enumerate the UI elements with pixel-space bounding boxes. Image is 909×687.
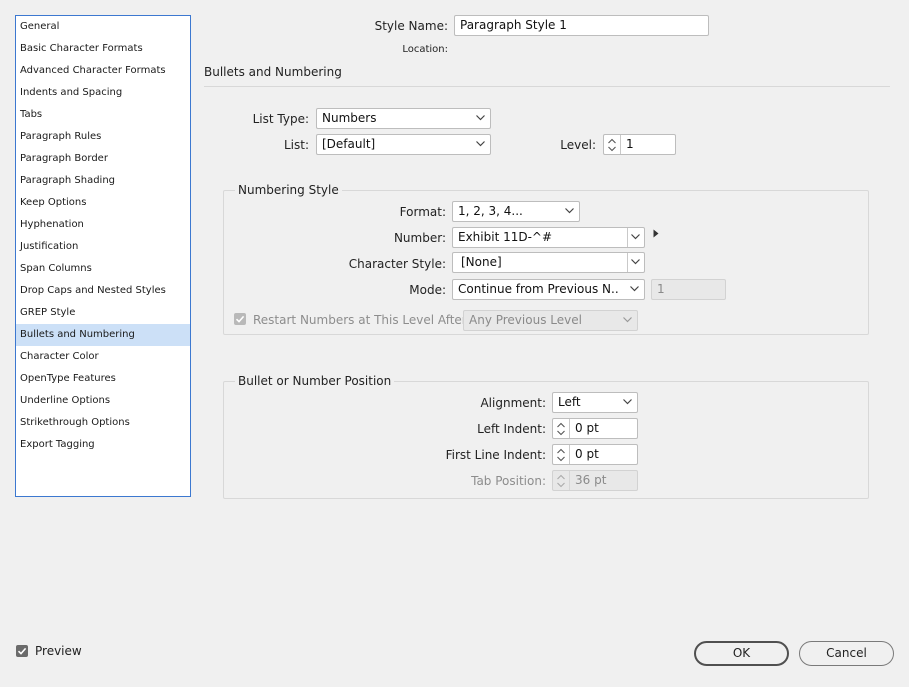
chevron-down-icon <box>623 317 632 323</box>
sidebar-item-paragraph-border[interactable]: Paragraph Border <box>16 148 190 170</box>
left-indent-spin-buttons[interactable] <box>553 419 570 438</box>
alignment-value: Left <box>558 395 581 409</box>
preview-label: Preview <box>35 644 82 658</box>
list-label: List: <box>283 138 309 152</box>
number-value: Exhibit 11D-^# <box>458 230 553 244</box>
numbering-style-title: Numbering Style <box>235 183 342 197</box>
chevron-down-icon <box>476 141 485 147</box>
sidebar-item-character-color[interactable]: Character Color <box>16 346 190 368</box>
number-label: Number: <box>393 231 446 245</box>
character-style-value: [None] <box>461 255 502 269</box>
category-list[interactable]: General Basic Character Formats Advanced C… <box>15 15 191 497</box>
first-line-indent-spin-buttons[interactable] <box>553 445 570 464</box>
style-name-input[interactable]: Paragraph Style 1 <box>454 15 709 36</box>
format-value: 1, 2, 3, 4... <box>458 204 523 218</box>
chevron-down-icon <box>630 286 639 292</box>
position-group <box>223 381 869 499</box>
sidebar-item-span-columns[interactable]: Span Columns <box>16 258 190 280</box>
left-indent-value: 0 pt <box>575 421 599 435</box>
location-label: Location: <box>402 44 448 55</box>
alignment-select[interactable]: Left <box>552 392 638 413</box>
chevron-down-icon <box>631 259 640 265</box>
chevron-down-icon <box>631 234 640 240</box>
restart-level-select[interactable]: Any Previous Level <box>463 310 638 331</box>
mode-value: Continue from Previous N... <box>458 282 618 296</box>
cancel-button[interactable]: Cancel <box>799 641 894 666</box>
tab-position-spin-buttons[interactable] <box>553 471 570 490</box>
level-value: 1 <box>626 137 634 151</box>
sidebar-item-strikethrough-options[interactable]: Strikethrough Options <box>16 412 190 434</box>
character-style-combo[interactable]: [None] <box>452 252 645 273</box>
left-indent-stepper[interactable]: 0 pt <box>552 418 638 439</box>
number-dropdown-button[interactable] <box>627 228 644 247</box>
section-title: Bullets and Numbering <box>204 65 342 79</box>
position-group-title: Bullet or Number Position <box>235 374 395 388</box>
mode-start-input[interactable]: 1 <box>651 279 726 300</box>
list-select[interactable]: [Default] <box>316 134 491 155</box>
alignment-label: Alignment: <box>480 396 546 410</box>
restart-level-value: Any Previous Level <box>469 313 582 327</box>
sidebar-item-hyphenation[interactable]: Hyphenation <box>16 214 190 236</box>
style-name-label: Style Name: <box>374 19 448 33</box>
sidebar-item-advanced-character-formats[interactable]: Advanced Character Formats <box>16 60 190 82</box>
sidebar-item-paragraph-rules[interactable]: Paragraph Rules <box>16 126 190 148</box>
sidebar-item-general[interactable]: General <box>16 16 190 38</box>
spin-arrows-icon <box>557 448 565 462</box>
sidebar-item-justification[interactable]: Justification <box>16 236 190 258</box>
first-line-indent-label: First Line Indent: <box>445 448 546 462</box>
first-line-indent-stepper[interactable]: 0 pt <box>552 444 638 465</box>
format-select[interactable]: 1, 2, 3, 4... <box>452 201 580 222</box>
level-label: Level: <box>560 138 596 152</box>
sidebar-item-grep-style[interactable]: GREP Style <box>16 302 190 324</box>
list-type-select[interactable]: Numbers <box>316 108 491 129</box>
sidebar-item-drop-caps-and-nested-styles[interactable]: Drop Caps and Nested Styles <box>16 280 190 302</box>
restart-numbers-checkbox[interactable] <box>234 313 246 325</box>
sidebar-item-tabs[interactable]: Tabs <box>16 104 190 126</box>
list-value: [Default] <box>322 137 376 151</box>
sidebar-item-underline-options[interactable]: Underline Options <box>16 390 190 412</box>
spin-arrows-icon <box>608 138 616 152</box>
sidebar-item-export-tagging[interactable]: Export Tagging <box>16 434 190 456</box>
tab-position-stepper[interactable]: 36 pt <box>552 470 638 491</box>
character-style-label: Character Style: <box>348 257 446 271</box>
chevron-down-icon <box>565 208 574 214</box>
level-stepper[interactable]: 1 <box>603 134 676 155</box>
spin-arrows-icon <box>557 422 565 436</box>
first-line-indent-value: 0 pt <box>575 447 599 461</box>
preview-checkbox[interactable] <box>16 645 28 657</box>
checkmark-icon <box>235 315 245 323</box>
spin-arrows-icon <box>557 474 565 488</box>
restart-numbers-label: Restart Numbers at This Level After: <box>253 313 471 327</box>
sidebar-item-basic-character-formats[interactable]: Basic Character Formats <box>16 38 190 60</box>
checkmark-icon <box>17 647 27 655</box>
special-characters-menu-icon[interactable] <box>653 229 659 238</box>
sidebar-item-indents-and-spacing[interactable]: Indents and Spacing <box>16 82 190 104</box>
list-type-label: List Type: <box>252 112 309 126</box>
sidebar-item-bullets-and-numbering[interactable]: Bullets and Numbering <box>16 324 190 346</box>
mode-label: Mode: <box>409 283 446 297</box>
list-type-value: Numbers <box>322 111 377 125</box>
mode-select[interactable]: Continue from Previous N... <box>452 279 645 300</box>
sidebar-item-paragraph-shading[interactable]: Paragraph Shading <box>16 170 190 192</box>
chevron-down-icon <box>476 115 485 121</box>
section-divider <box>204 86 890 87</box>
tab-position-value: 36 pt <box>575 473 607 487</box>
sidebar-item-opentype-features[interactable]: OpenType Features <box>16 368 190 390</box>
level-spin-buttons[interactable] <box>604 135 621 154</box>
character-style-dropdown-button[interactable] <box>627 253 644 272</box>
number-combo[interactable]: Exhibit 11D-^# <box>452 227 645 248</box>
chevron-down-icon <box>623 399 632 405</box>
ok-button[interactable]: OK <box>694 641 789 666</box>
tab-position-label: Tab Position: <box>471 474 546 488</box>
format-label: Format: <box>399 205 446 219</box>
sidebar-item-keep-options[interactable]: Keep Options <box>16 192 190 214</box>
left-indent-label: Left Indent: <box>477 422 546 436</box>
